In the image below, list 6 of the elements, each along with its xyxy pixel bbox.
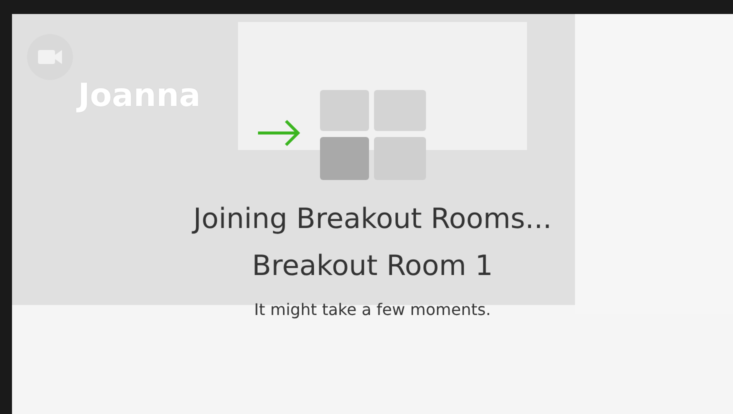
camera-icon <box>27 34 73 80</box>
overlay-message: It might take a few moments. <box>254 300 491 319</box>
overlay-title: Joining Breakout Rooms... <box>193 202 552 235</box>
breakout-rooms-icon <box>320 90 426 180</box>
arrow-icon <box>256 118 302 148</box>
room-name: Breakout Room 1 <box>252 249 493 282</box>
